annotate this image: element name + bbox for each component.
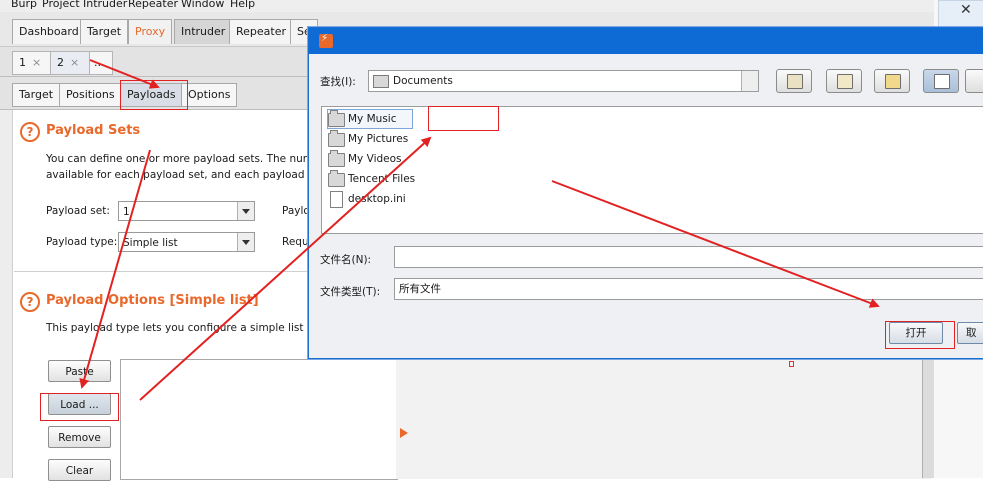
annotation-arrow [139,136,432,401]
annotation-arrow [551,180,880,308]
annotation-arrows [79,59,880,401]
annotation-arrow [79,149,151,389]
annotation-arrow [89,59,160,89]
